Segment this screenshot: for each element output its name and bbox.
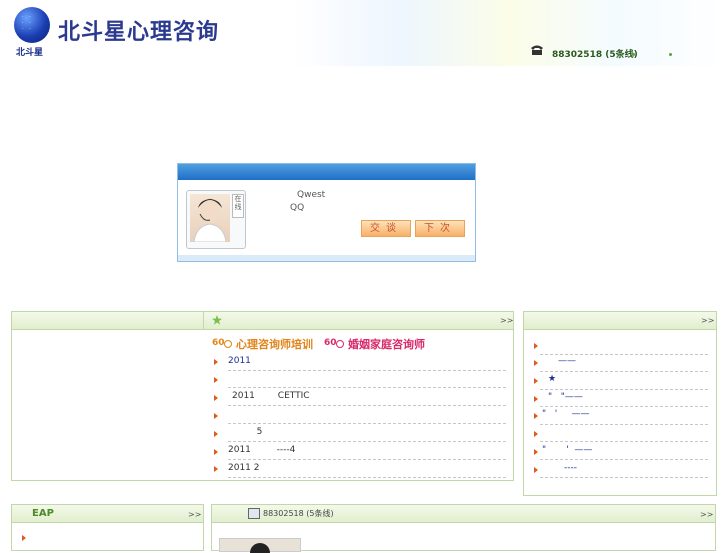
arrow-circle-icon <box>336 340 344 348</box>
star-icon <box>212 315 222 325</box>
bullet-icon <box>534 396 538 402</box>
news-item[interactable]: 2011 <box>228 356 251 366</box>
logo-subtitle: 北斗星 <box>16 48 44 58</box>
bullet-icon <box>214 395 218 401</box>
row-divider <box>228 459 506 460</box>
telephone-icon <box>531 45 543 55</box>
right-list-item[interactable]: " ' —— <box>542 445 592 455</box>
news-panel-header <box>12 312 513 330</box>
telephone-icon <box>248 508 260 519</box>
contact-photo <box>219 538 301 553</box>
banner-number-2: 60 <box>324 338 337 348</box>
popup-bottom-bar <box>178 255 475 261</box>
right-panel: >> —— ★ " "—— " ' —— " ' —— ---- <box>523 311 717 496</box>
bullet-icon <box>534 467 538 473</box>
bullet-icon <box>22 535 26 541</box>
bullet-icon <box>534 413 538 419</box>
bullet-icon <box>214 377 218 383</box>
popup-title-bar <box>178 164 475 180</box>
popup-line-1: Qwest <box>297 190 326 200</box>
row-divider <box>540 406 708 407</box>
eap-panel: EAP >> <box>11 504 204 551</box>
banner-number-1: 60 <box>212 338 225 348</box>
row-divider <box>228 387 506 388</box>
row-divider <box>228 441 506 442</box>
right-list-item[interactable]: —— <box>558 356 576 366</box>
row-divider <box>540 354 708 355</box>
right-list-item[interactable]: " "—— <box>548 392 583 402</box>
right-more-link[interactable]: >> <box>701 316 714 325</box>
eap-more-link[interactable]: >> <box>188 510 201 519</box>
row-divider <box>540 477 708 478</box>
bullet-icon <box>534 431 538 437</box>
news-item[interactable]: 2011 2 <box>228 463 260 473</box>
bullet-icon <box>214 431 218 437</box>
online-status-badge: 在线 <box>232 194 244 218</box>
bullet-icon <box>214 466 218 472</box>
header-divider <box>203 312 204 329</box>
row-divider <box>228 477 506 478</box>
bullet-icon <box>534 378 538 384</box>
row-divider <box>540 459 708 460</box>
bullet-icon <box>214 359 218 365</box>
training-banner-2[interactable]: 婚姻家庭咨询师 <box>348 336 425 352</box>
training-banner-1[interactable]: 心理咨询师培训 <box>236 336 313 352</box>
bullet-icon <box>214 413 218 419</box>
row-divider <box>540 441 708 442</box>
news-panel: >> 60 心理咨询师培训 60 婚姻家庭咨询师 2011 2011 CETTI… <box>11 311 514 481</box>
logo-stars: · · · · · · <box>22 14 33 32</box>
row-divider <box>540 389 708 390</box>
eap-title[interactable]: EAP <box>32 508 54 519</box>
contact-phone: 88302518 (5条线) <box>263 509 334 518</box>
bullet-icon <box>534 449 538 455</box>
bullet-icon <box>534 343 538 349</box>
news-item[interactable]: 2011 CETTIC <box>232 391 310 401</box>
row-divider <box>228 370 506 371</box>
news-item[interactable]: 5 <box>228 427 263 437</box>
online-service-popup: 在线 Qwest QQ 交谈 下次 <box>177 163 476 262</box>
row-divider <box>228 423 506 424</box>
contact-more-link[interactable]: >> <box>700 510 713 519</box>
decor-dot <box>669 53 672 56</box>
arrow-circle-icon <box>224 340 232 348</box>
right-list-item[interactable]: " ' —— <box>542 409 590 419</box>
later-button[interactable]: 下次 <box>415 220 465 237</box>
talk-button[interactable]: 交谈 <box>361 220 411 237</box>
row-divider <box>540 424 708 425</box>
news-more-link[interactable]: >> <box>500 316 513 325</box>
right-list-item[interactable]: ★ <box>548 374 556 384</box>
row-divider <box>540 371 708 372</box>
header-phone: 88302518 (5条线) <box>552 50 638 60</box>
right-panel-header <box>524 312 716 330</box>
bullet-icon <box>214 449 218 455</box>
news-item[interactable]: 2011 ----4 <box>228 445 295 455</box>
bullet-icon <box>534 360 538 366</box>
brand-title[interactable]: 北斗星心理咨询 <box>58 14 219 46</box>
right-list-item[interactable]: ---- <box>564 463 577 473</box>
avatar <box>190 194 230 243</box>
popup-line-2: QQ <box>290 203 305 213</box>
decor-dot <box>632 53 635 56</box>
contact-panel: 88302518 (5条线) >> <box>211 504 716 553</box>
row-divider <box>228 405 506 406</box>
